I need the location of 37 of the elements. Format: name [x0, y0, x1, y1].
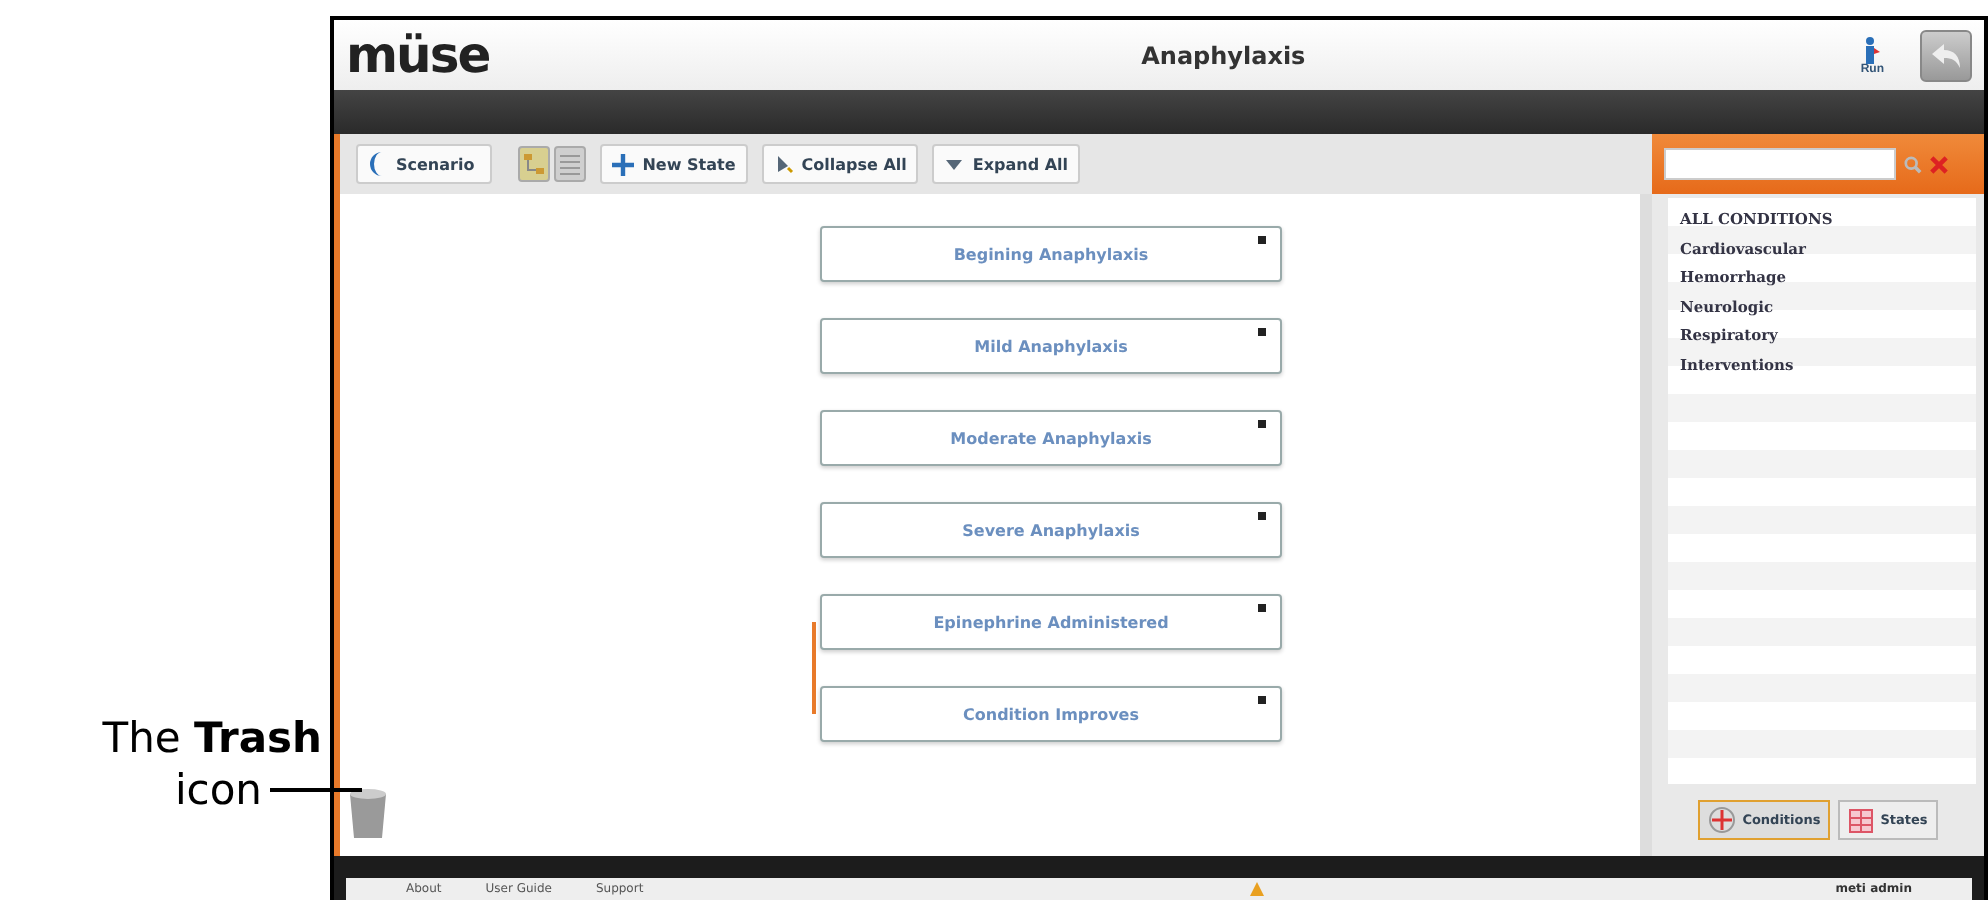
view-toggle[interactable]	[518, 146, 551, 182]
cross-circle-icon	[1708, 806, 1737, 834]
back-button[interactable]	[1920, 29, 1972, 81]
expand-icon	[944, 154, 965, 174]
grid-icon	[1848, 807, 1875, 833]
state-label: Mild Anaphylaxis	[974, 337, 1128, 355]
toolbar-button[interactable]: New State	[600, 144, 748, 184]
collapse-icon	[773, 154, 794, 174]
node-corner-icon	[1256, 694, 1268, 706]
node-corner-icon	[1256, 234, 1268, 246]
state-label: Moderate Anaphylaxis	[950, 429, 1152, 447]
toolbar-button[interactable]: Collapse All	[761, 144, 919, 184]
warning-icon	[1250, 882, 1265, 896]
view-toggle[interactable]	[554, 146, 587, 182]
annotation-text: icon	[174, 764, 264, 816]
window-title: Anaphylaxis	[1139, 41, 1308, 69]
close-icon[interactable]	[1930, 155, 1948, 173]
state-label: Condition Improves	[963, 705, 1139, 723]
node-corner-icon	[1256, 326, 1268, 338]
state-label: Begining Anaphylaxis	[953, 245, 1149, 263]
state-label: Severe Anaphylaxis	[962, 521, 1140, 539]
node-corner-icon	[1256, 510, 1268, 522]
scenario-button[interactable]: Scenario	[356, 144, 493, 184]
list-view-icon	[558, 152, 583, 176]
search-field[interactable]	[1664, 148, 1896, 180]
search-icon[interactable]	[1904, 155, 1922, 173]
state-label: Epinephrine Administered	[933, 613, 1169, 631]
person-icon	[1862, 35, 1883, 63]
toolbar-button[interactable]: Expand All	[932, 144, 1081, 184]
trash-icon[interactable]	[348, 788, 388, 840]
plus-icon	[612, 153, 635, 175]
back-arrow-icon	[1930, 41, 1962, 69]
logo: müse	[346, 26, 492, 84]
node-corner-icon	[1256, 602, 1268, 614]
node-corner-icon	[1256, 418, 1268, 430]
annotation-text: The Trash	[102, 712, 324, 764]
graph-view-icon	[522, 152, 547, 176]
